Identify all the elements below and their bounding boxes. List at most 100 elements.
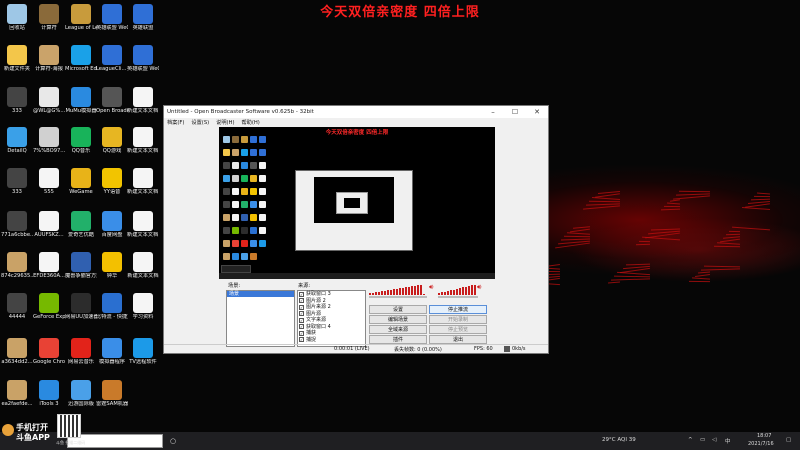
desktop-icon[interactable]: 网易云音乐 <box>65 338 97 365</box>
desktop-icon[interactable]: 新建文件夹 <box>1 45 33 72</box>
stop-preview-button[interactable]: 停止预览 <box>429 325 487 334</box>
settings-button[interactable]: 设置 <box>369 305 427 314</box>
clock-time[interactable]: 18:07 <box>757 433 771 439</box>
scene-item[interactable]: 场景 <box>227 291 294 297</box>
source-checkbox[interactable]: ✓ <box>299 304 304 310</box>
desktop-icon[interactable]: 百度网盘 <box>96 211 128 238</box>
edit-scene-button[interactable]: 编辑场景 <box>369 315 427 324</box>
plugins-button[interactable]: 插件 <box>369 335 427 344</box>
desktop-icon[interactable]: iTools 3 <box>33 380 65 407</box>
wallpaper-streak <box>610 278 651 281</box>
clock-date[interactable]: 2021/7/16 <box>748 441 774 447</box>
desktop-icon[interactable]: 7%%BO97... <box>33 127 65 154</box>
mic-audio-meter[interactable] <box>430 284 478 298</box>
desktop-icon[interactable]: 魔兽争霸官方对战平台 <box>65 252 97 279</box>
start-record-button[interactable]: 开始录制 <box>429 315 487 324</box>
desktop-icon[interactable]: 英雄联盟 WeGame版 <box>127 45 159 72</box>
menu-help[interactable]: 帮助(H) <box>241 119 259 126</box>
source-checkbox[interactable]: ✓ <box>299 311 304 317</box>
volume-icon[interactable]: ◁ <box>712 437 716 443</box>
source-item[interactable]: ✓ 捕捉 <box>298 337 365 344</box>
obs-titlebar[interactable]: Untitled - Open Broadcaster Software v0.… <box>164 106 548 118</box>
desktop-icon[interactable]: 333 <box>1 168 33 195</box>
preview-icon <box>232 253 239 260</box>
source-checkbox[interactable]: ✓ <box>299 324 304 330</box>
desktop-icon[interactable]: 新建文本文档 <box>127 252 159 279</box>
desktop-icon-label: ea2faefde... <box>1 401 33 407</box>
notification-icon[interactable]: ▢ <box>786 437 791 443</box>
desktop-icon[interactable]: 网易UU加速器 <box>65 293 97 320</box>
global-sources-button[interactable]: 全域来源 <box>369 325 427 334</box>
desktop-icon[interactable]: 回收站 <box>1 4 33 31</box>
source-checkbox[interactable]: ✓ <box>299 298 304 304</box>
desktop-icon[interactable]: 555 <box>33 168 65 195</box>
preview-icon <box>259 162 266 169</box>
weather-readout[interactable]: 29°C AQI 39 <box>602 437 636 443</box>
desktop-icon[interactable]: 新建文本文档 (5) <box>127 211 159 238</box>
desktop-icon[interactable]: YY语音 <box>96 168 128 195</box>
desktop-icon[interactable]: League of Legends <box>65 4 97 31</box>
tray-chevron-icon[interactable]: ^ <box>688 437 693 443</box>
source-checkbox[interactable]: ✓ <box>299 330 304 336</box>
preview-icon <box>232 201 239 208</box>
desktop-icon[interactable]: Google Chrome <box>33 338 65 365</box>
desktop-icon[interactable]: 爱奇艺优酷 <box>65 211 97 238</box>
menu-settings[interactable]: 设置(S) <box>191 119 209 126</box>
desktop-icon[interactable]: MuMu模拟器 <box>65 87 97 114</box>
desktop-icon[interactable]: TV远程软件 <box>127 338 159 365</box>
speaker-icon[interactable]: 🔊︎ <box>477 283 481 292</box>
stop-stream-button[interactable]: 停止推流 <box>429 305 487 314</box>
menu-file[interactable]: 档案(F) <box>167 119 184 126</box>
desktop-icon[interactable]: 迅游国际版 <box>65 380 97 407</box>
desktop-icon[interactable]: GeForce Experience <box>33 293 65 320</box>
desktop-icon[interactable]: 计算符-海报 <box>33 45 65 72</box>
desktop-audio-meter[interactable] <box>369 284 427 298</box>
desktop-icon[interactable]: 333 <box>1 87 33 114</box>
obs-window[interactable]: Untitled - Open Broadcaster Software v0.… <box>163 105 549 354</box>
desktop-icon[interactable]: QQ游戏 <box>96 127 128 154</box>
source-checkbox[interactable]: ✓ <box>299 291 304 297</box>
source-checkbox[interactable]: ✓ <box>299 337 304 343</box>
desktop-icon[interactable]: EFDE360A... <box>33 252 65 279</box>
desktop-icon-label: 钟华 <box>106 273 118 279</box>
desktop-icon[interactable]: 英雄联盟 <box>127 4 159 31</box>
network-icon[interactable]: ▭ <box>700 437 705 443</box>
sources-list[interactable]: ✓ 获取窗口 3 ✓ 图片源 2 ✓ 图片来源 2 ✓ 图片源 ✓ 文字来源 ✓ 获取窗口 4 ✓ 捕获 ✓… <box>297 290 366 347</box>
desktop-icon[interactable]: 比特流 - 快捷方式 <box>96 293 128 320</box>
scenes-list[interactable]: 场景 <box>226 290 295 347</box>
desktop-icon[interactable]: 新建文本文档 (2) <box>127 87 159 114</box>
desktop-icon[interactable]: 模拟器程序 <box>96 338 128 365</box>
desktop-icon[interactable]: 44444 <box>1 293 33 320</box>
desktop-icon[interactable]: LeagueCli... - 快捷方式 <box>96 45 128 72</box>
desktop-icon[interactable]: Microsoft Edge <box>65 45 97 72</box>
wallpaper-streak <box>700 268 741 271</box>
menu-about[interactable]: 说明(H) <box>216 119 234 126</box>
desktop-icon[interactable]: a3634dd2... <box>1 338 33 365</box>
desktop-icon[interactable]: 钟华 <box>96 252 128 279</box>
desktop-icon[interactable]: 雷霆SAM机器 <box>96 380 128 407</box>
desktop-icon[interactable]: 学习资料 <box>127 293 159 320</box>
minimize-icon[interactable]: – <box>482 108 504 116</box>
desktop-icon[interactable]: 771a6cbbe... <box>1 211 33 238</box>
desktop-icon[interactable]: AUUFSKZ... <box>33 211 65 238</box>
desktop-icon[interactable]: 英雄联盟 WeGame <box>96 4 128 31</box>
desktop-icon[interactable]: WeGame <box>65 168 97 195</box>
desktop-icon[interactable]: Open Broadcast... <box>96 87 128 114</box>
exit-button[interactable]: 退出 <box>429 335 487 344</box>
desktop-icon[interactable]: 新建文本文档 (4) <box>127 168 159 195</box>
obs-preview[interactable]: 今天双倍亲密度 四倍上限 <box>219 127 495 279</box>
desktop-icon[interactable]: 874c29635... <box>1 252 33 279</box>
ime-icon[interactable]: 中 <box>725 437 731 445</box>
desktop-icon[interactable]: 计算符 <box>33 4 65 31</box>
desktop-icon[interactable]: @WL@G%... <box>33 87 65 114</box>
maximize-icon[interactable]: ☐ <box>504 108 526 116</box>
desktop-icon[interactable]: 新建文本文档 (3) <box>127 127 159 154</box>
desktop-icon[interactable]: QQ音乐 <box>65 127 97 154</box>
preview-icon <box>223 240 230 247</box>
close-icon[interactable]: ✕ <box>526 108 548 116</box>
app-icon <box>133 252 153 272</box>
start-circle-icon[interactable]: ○ <box>170 437 176 445</box>
source-checkbox[interactable]: ✓ <box>299 317 304 323</box>
desktop-icon[interactable]: DetailQ <box>1 127 33 154</box>
desktop-icon[interactable]: ea2faefde... <box>1 380 33 407</box>
